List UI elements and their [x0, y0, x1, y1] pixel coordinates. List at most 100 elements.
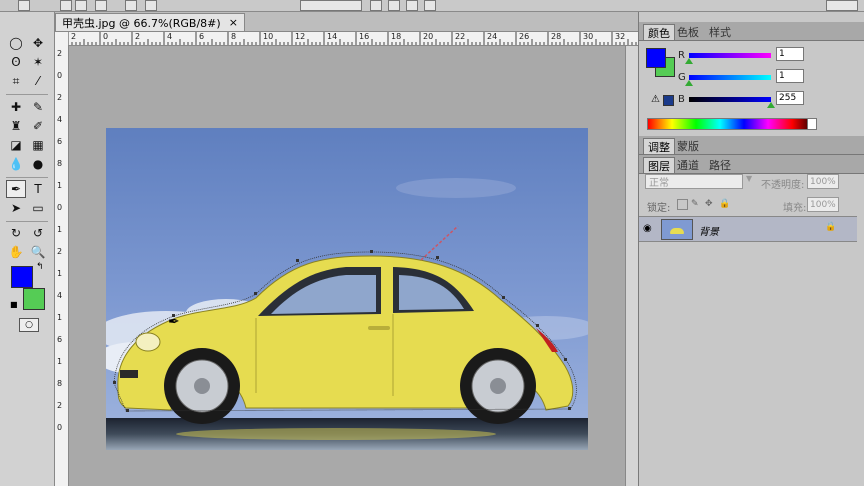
g-value-field[interactable]: 1 [776, 69, 804, 83]
fill-field[interactable]: 100% [807, 197, 839, 212]
ruler-v-label: 0 [57, 71, 63, 80]
document-title: 甲壳虫.jpg @ 66.7%(RGB/8#) [62, 16, 221, 30]
auto-add-delete-option[interactable] [300, 0, 362, 11]
opacity-label: 不透明度: [761, 180, 805, 191]
path-intersect-icon[interactable] [406, 0, 418, 11]
beetle-photo[interactable]: ✒ [106, 128, 588, 450]
swap-colors-icon[interactable]: ↰ [36, 262, 44, 272]
g-slider-thumb[interactable] [685, 80, 693, 86]
path-combine-icon[interactable] [370, 0, 382, 11]
tool-preset-icon[interactable] [18, 0, 30, 11]
g-slider[interactable] [689, 75, 771, 80]
gradient-tool-icon[interactable]: ▦ [28, 136, 48, 154]
ruler-v-label: 6 [57, 137, 63, 146]
gamut-swatch[interactable] [663, 95, 674, 106]
ruler-origin[interactable] [55, 32, 69, 46]
horizontal-ruler[interactable]: 2 0 2 4 6 8 10 12 14 16 18 20 22 24 26 28 30 32 [68, 32, 638, 46]
color-ramp-white[interactable] [807, 118, 817, 130]
ruler-h-label: 26 [519, 32, 530, 41]
foreground-color-swatch[interactable] [11, 266, 33, 288]
ruler-h-label: 14 [327, 32, 338, 41]
ruler-h-label: 2 [71, 32, 77, 41]
ruler-h-label: 18 [391, 32, 402, 41]
b-value-field[interactable]: 255 [776, 91, 804, 105]
shape-mode-icon[interactable] [75, 0, 87, 11]
document-tab-bar: 甲壳虫.jpg @ 66.7%(RGB/8#) × [55, 12, 638, 32]
path-exclude-icon[interactable] [424, 0, 436, 11]
ruler-v-label: 0 [57, 423, 63, 432]
hand-tool-icon[interactable]: ✋ [6, 243, 26, 261]
ruler-v-label: 6 [57, 335, 63, 344]
path-mode-icon[interactable] [60, 0, 72, 11]
clone-stamp-tool-icon[interactable]: ♜ [6, 117, 26, 135]
b-slider-thumb[interactable] [767, 102, 775, 108]
fill-mode-icon[interactable] [95, 0, 107, 11]
vertical-scrollbar[interactable] [625, 46, 639, 486]
default-colors-icon[interactable]: ■ [10, 300, 18, 309]
tab-swatches[interactable]: 色板 [673, 24, 703, 39]
opacity-field[interactable]: 100% [807, 174, 839, 189]
eyedropper-tool-icon[interactable]: ⁄ [28, 72, 48, 90]
tab-channels[interactable]: 通道 [673, 157, 703, 172]
dodge-tool-icon[interactable]: ● [28, 155, 48, 173]
ruler-h-label: 12 [295, 32, 306, 41]
blend-mode-value: 正常 [649, 178, 669, 189]
ruler-h-label: 0 [103, 32, 109, 41]
pen-icon[interactable] [125, 0, 137, 11]
magic-wand-tool-icon[interactable]: ✶ [28, 53, 48, 71]
tab-masks[interactable]: 蒙版 [673, 138, 703, 153]
b-label: B [678, 94, 685, 105]
tab-layers[interactable]: 图层 [643, 157, 675, 173]
move-tool-icon[interactable]: ✥ [28, 34, 48, 52]
layer-lock-icon: 🔒 [825, 222, 837, 232]
color-ramp[interactable] [647, 118, 817, 130]
lock-all-icon[interactable]: 🔒 [719, 199, 730, 209]
ruler-h-label: 16 [359, 32, 370, 41]
healing-brush-tool-icon[interactable]: ✚ [6, 98, 26, 116]
pen-tool-icon[interactable]: ✒ [6, 180, 26, 198]
lock-position-icon[interactable]: ✥ [705, 199, 713, 209]
freeform-pen-icon[interactable] [145, 0, 157, 11]
ruler-h-label: 2 [135, 32, 141, 41]
r-slider[interactable] [689, 53, 771, 58]
lock-image-icon[interactable]: ✎ [691, 199, 699, 209]
marquee-tool-icon[interactable]: ◯ [6, 34, 26, 52]
background-color-swatch[interactable] [23, 288, 45, 310]
path-subtract-icon[interactable] [388, 0, 400, 11]
layer-thumbnail [661, 219, 693, 240]
vertical-ruler[interactable]: 202468101214161820 [55, 45, 69, 486]
zoom-tool-icon[interactable]: 🔍 [28, 243, 48, 261]
history-brush-tool-icon[interactable]: ✐ [28, 117, 48, 135]
ruler-v-label: 2 [57, 247, 63, 256]
tab-styles[interactable]: 样式 [705, 24, 735, 39]
path-selection-tool-icon[interactable]: ➤ [6, 199, 26, 217]
layer-name[interactable]: 背景 [699, 223, 719, 238]
close-icon[interactable]: × [229, 16, 238, 29]
gamut-warning-icon[interactable]: ⚠ [651, 94, 660, 105]
3d-rotate-tool-icon[interactable]: ↻ [6, 224, 26, 242]
blend-mode-select[interactable]: 正常 [645, 174, 743, 189]
lasso-tool-icon[interactable]: ʘ [6, 53, 26, 71]
r-value-field[interactable]: 1 [776, 47, 804, 61]
quick-mask-icon[interactable]: ○ [19, 318, 39, 332]
eraser-tool-icon[interactable]: ◪ [6, 136, 26, 154]
lock-transparent-icon[interactable] [677, 199, 688, 210]
tab-color[interactable]: 颜色 [643, 24, 675, 40]
crop-tool-icon[interactable]: ⌗ [6, 72, 26, 90]
document-tab[interactable]: 甲壳虫.jpg @ 66.7%(RGB/8#) × [55, 13, 245, 31]
ruler-v-label: 1 [57, 357, 63, 366]
pen-cursor-icon: ✒ [168, 314, 180, 330]
layer-row-background[interactable]: ◉ 背景 🔒 [639, 216, 857, 242]
rectangle-tool-icon[interactable]: ▭ [28, 199, 48, 217]
eye-icon[interactable]: ◉ [643, 223, 652, 234]
brush-tool-icon[interactable]: ✎ [28, 98, 48, 116]
r-slider-thumb[interactable] [685, 58, 693, 64]
tab-adjustments[interactable]: 调整 [643, 138, 675, 154]
b-slider[interactable] [689, 97, 771, 102]
workspace-switcher[interactable] [826, 0, 858, 11]
3d-orbit-tool-icon[interactable]: ↺ [28, 224, 48, 242]
chevron-down-icon[interactable]: ▼ [746, 174, 752, 183]
blur-tool-icon[interactable]: 💧 [6, 155, 26, 173]
type-tool-icon[interactable]: T [28, 180, 48, 198]
tab-paths[interactable]: 路径 [705, 157, 735, 172]
